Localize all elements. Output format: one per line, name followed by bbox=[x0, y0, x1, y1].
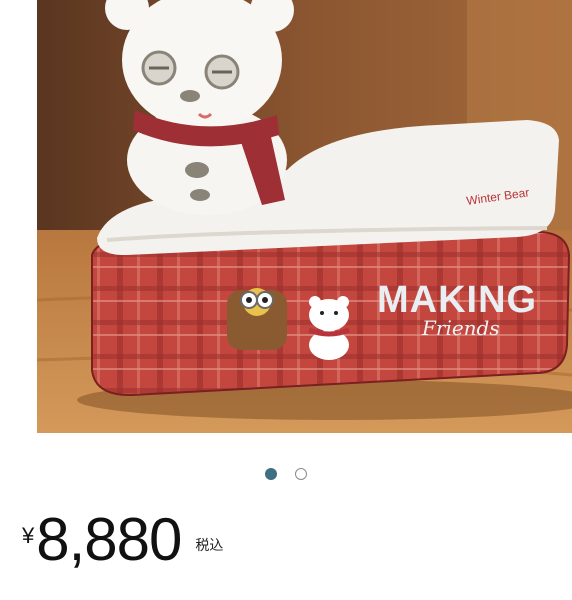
tax-label: 税込 bbox=[195, 537, 224, 553]
price-amount: 8,880 bbox=[36, 506, 182, 573]
patch-title: MAKING bbox=[377, 279, 537, 321]
carousel-dot-2[interactable] bbox=[295, 468, 307, 480]
product-image[interactable]: Winter Bear MAKING Friends bbox=[37, 0, 572, 433]
currency-symbol: ¥ bbox=[22, 523, 35, 548]
carousel-dot-1[interactable] bbox=[265, 468, 277, 480]
carousel-indicator bbox=[0, 465, 572, 483]
product-photo-svg: Winter Bear MAKING Friends bbox=[37, 0, 572, 433]
patch-script: Friends bbox=[421, 316, 500, 340]
price-row: ¥ 8,880 税込 bbox=[22, 505, 223, 585]
